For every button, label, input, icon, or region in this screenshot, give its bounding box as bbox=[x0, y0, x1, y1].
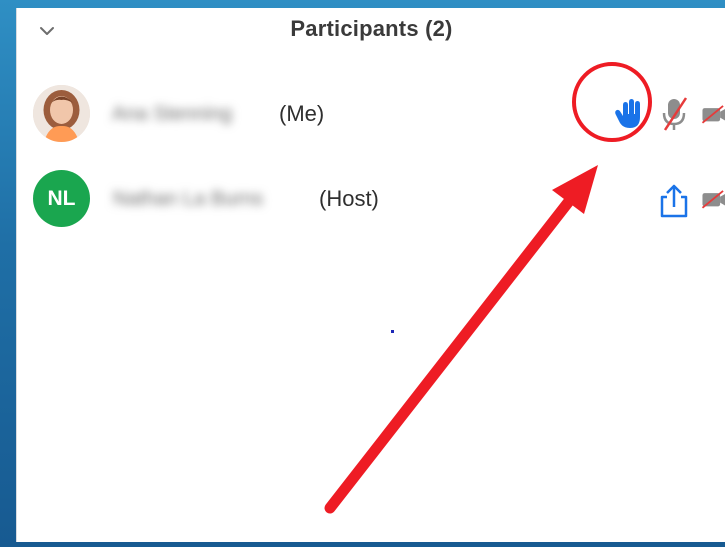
share-screen-button[interactable] bbox=[655, 182, 693, 220]
video-status-button[interactable] bbox=[701, 99, 725, 129]
cursor-dot bbox=[391, 330, 394, 333]
raise-hand-button[interactable] bbox=[613, 97, 645, 131]
participant-tag: (Me) bbox=[279, 101, 325, 126]
participant-tag: (Host) bbox=[319, 186, 379, 211]
video-off-icon bbox=[701, 190, 725, 209]
participant-row[interactable]: NL Nathan La Burns (Host) bbox=[17, 170, 725, 230]
participants-panel: Participants (2) Ana Stenning (Me) NL Na… bbox=[16, 8, 725, 542]
share-icon bbox=[660, 184, 688, 218]
hand-icon bbox=[615, 99, 640, 128]
panel-title: Participants (2) bbox=[290, 16, 453, 41]
video-status-button[interactable] bbox=[701, 184, 725, 214]
participant-name: Nathan La Burns bbox=[113, 187, 264, 210]
participant-row[interactable]: Ana Stenning (Me) bbox=[17, 85, 725, 145]
mute-status-button[interactable] bbox=[659, 95, 689, 133]
avatar bbox=[33, 85, 90, 142]
avatar: NL bbox=[33, 170, 90, 227]
video-off-icon bbox=[701, 105, 725, 124]
participant-name: Ana Stenning bbox=[112, 102, 233, 125]
microphone-muted-icon bbox=[662, 97, 688, 131]
